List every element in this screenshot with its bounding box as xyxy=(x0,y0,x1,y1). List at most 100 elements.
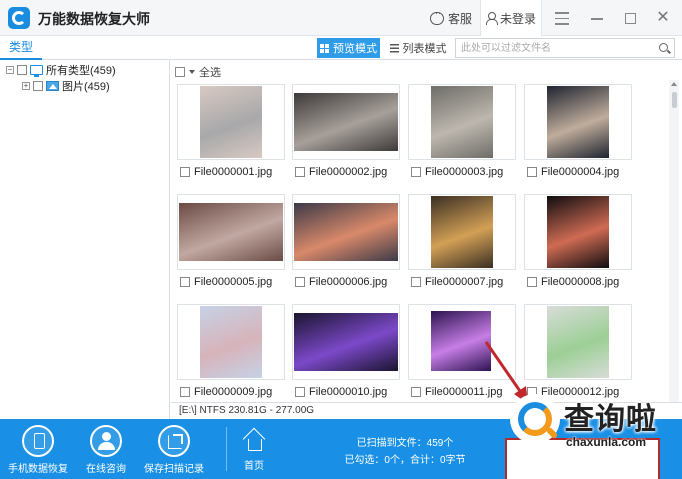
scroll-up-icon[interactable] xyxy=(671,82,677,86)
file-caption: File0000010.jpg xyxy=(295,386,387,398)
file-card[interactable]: File0000008.jpg xyxy=(524,194,632,288)
select-all[interactable]: 全选 xyxy=(175,64,221,80)
file-name: File0000008.jpg xyxy=(541,276,620,288)
file-checkbox[interactable] xyxy=(527,167,537,177)
scroll-thumb[interactable] xyxy=(672,92,677,108)
grid-icon xyxy=(320,43,329,53)
maximize-icon xyxy=(624,13,636,24)
file-name: File0000005.jpg xyxy=(194,276,273,288)
thumbnail-image xyxy=(547,306,609,378)
export-icon xyxy=(158,425,190,457)
search-icon[interactable] xyxy=(659,43,668,52)
select-all-checkbox[interactable] xyxy=(175,67,185,77)
file-caption: File0000002.jpg xyxy=(295,166,387,178)
file-checkbox[interactable] xyxy=(411,167,421,177)
file-thumbnail[interactable] xyxy=(177,304,285,380)
dropdown-arrow-icon[interactable] xyxy=(189,70,195,74)
preview-mode-button[interactable]: 预览模式 xyxy=(317,38,380,58)
divider xyxy=(226,427,227,471)
user-icon xyxy=(485,12,498,25)
phone-recovery-label: 手机数据恢复 xyxy=(8,464,68,475)
file-thumbnail[interactable] xyxy=(524,84,632,160)
collapse-icon[interactable]: − xyxy=(6,66,14,74)
file-card[interactable]: File0000002.jpg xyxy=(292,84,400,178)
list-mode-button[interactable]: 列表模式 xyxy=(388,38,448,58)
thumbnail-image xyxy=(547,86,609,158)
thumbnail-image xyxy=(179,203,283,261)
login-button[interactable]: 未登录 xyxy=(480,0,542,36)
filename-filter-input[interactable] xyxy=(456,39,652,57)
scan-summary: 已扫描到文件：459个 已勾选：0个，合计：0字节 xyxy=(330,435,480,469)
computer-icon xyxy=(30,65,43,77)
phone-recovery-button[interactable]: 手机数据恢复 xyxy=(6,425,70,479)
file-thumbnail[interactable] xyxy=(292,304,400,380)
file-thumbnail[interactable] xyxy=(177,84,285,160)
thumbnail-image xyxy=(294,313,398,371)
expand-icon[interactable]: + xyxy=(22,82,30,90)
preview-mode-label: 预览模式 xyxy=(333,43,377,55)
file-checkbox[interactable] xyxy=(411,387,421,397)
file-card[interactable]: File0000010.jpg xyxy=(292,304,400,398)
file-card[interactable]: File0000012.jpg xyxy=(524,304,632,398)
file-card[interactable]: File0000003.jpg xyxy=(408,84,516,178)
tab-type[interactable]: 类型 xyxy=(0,36,42,60)
person-icon xyxy=(90,425,122,457)
file-checkbox[interactable] xyxy=(295,277,305,287)
file-caption: File0000004.jpg xyxy=(527,166,619,178)
watermark-text: 查询啦 xyxy=(564,402,657,437)
minimize-button[interactable] xyxy=(587,8,607,28)
file-card[interactable]: File0000007.jpg xyxy=(408,194,516,288)
minimize-icon xyxy=(591,18,603,20)
file-thumbnail[interactable] xyxy=(408,194,516,270)
home-icon xyxy=(243,429,265,451)
list-mode-label: 列表模式 xyxy=(402,43,447,55)
search-box xyxy=(455,38,675,58)
file-name: File0000004.jpg xyxy=(541,166,620,178)
online-consult-button[interactable]: 在线咨询 xyxy=(74,425,138,479)
watermark: 查询啦 chaxunla.com xyxy=(510,392,682,452)
file-caption: File0000009.jpg xyxy=(180,386,272,398)
title-bar: 万能数据恢复大师 客服 未登录 ✕ xyxy=(0,0,682,36)
file-checkbox[interactable] xyxy=(180,277,190,287)
file-thumbnail[interactable] xyxy=(524,304,632,380)
file-checkbox[interactable] xyxy=(180,167,190,177)
file-card[interactable]: File0000001.jpg xyxy=(177,84,285,178)
tree-item-label: 所有类型(459) xyxy=(46,65,116,77)
tree-item-pictures[interactable]: + 图片(459) xyxy=(22,78,110,94)
thumbnail-image xyxy=(200,86,262,158)
file-name: File0000001.jpg xyxy=(194,166,273,178)
file-thumbnail[interactable] xyxy=(524,194,632,270)
file-thumbnail[interactable] xyxy=(292,84,400,160)
watermark-url: chaxunla.com xyxy=(566,435,647,449)
file-card[interactable]: File0000005.jpg xyxy=(177,194,285,288)
tree-item-all-types[interactable]: − 所有类型(459) xyxy=(6,62,116,78)
file-preview-grid: 全选 File0000001.jpg File0000002.jpg File000… xyxy=(171,60,682,402)
file-card[interactable]: File0000009.jpg xyxy=(177,304,285,398)
file-checkbox[interactable] xyxy=(295,387,305,397)
tree-checkbox[interactable] xyxy=(33,81,43,91)
maximize-button[interactable] xyxy=(620,8,640,28)
list-icon xyxy=(389,43,399,53)
thumbnail-image xyxy=(294,93,398,151)
file-checkbox[interactable] xyxy=(295,167,305,177)
file-thumbnail[interactable] xyxy=(292,194,400,270)
file-caption: File0000006.jpg xyxy=(295,276,387,288)
file-checkbox[interactable] xyxy=(527,277,537,287)
app-title: 万能数据恢复大师 xyxy=(38,11,150,27)
scanned-files-count: 已扫描到文件：459个 xyxy=(356,438,454,449)
file-checkbox[interactable] xyxy=(180,387,190,397)
home-button[interactable]: 首页 xyxy=(234,429,274,475)
menu-button[interactable] xyxy=(552,8,572,28)
tree-checkbox[interactable] xyxy=(17,65,27,75)
file-thumbnail[interactable] xyxy=(408,84,516,160)
file-card[interactable]: File0000006.jpg xyxy=(292,194,400,288)
scrollbar[interactable] xyxy=(669,80,679,402)
file-type-tree: − 所有类型(459) + 图片(459) xyxy=(0,60,170,420)
file-thumbnail[interactable] xyxy=(177,194,285,270)
file-checkbox[interactable] xyxy=(411,277,421,287)
close-button[interactable]: ✕ xyxy=(653,8,673,28)
file-name: File0000003.jpg xyxy=(425,166,504,178)
save-scan-button[interactable]: 保存扫描记录 xyxy=(142,425,206,479)
customer-service-button[interactable]: 客服 xyxy=(430,8,472,28)
file-card[interactable]: File0000004.jpg xyxy=(524,84,632,178)
